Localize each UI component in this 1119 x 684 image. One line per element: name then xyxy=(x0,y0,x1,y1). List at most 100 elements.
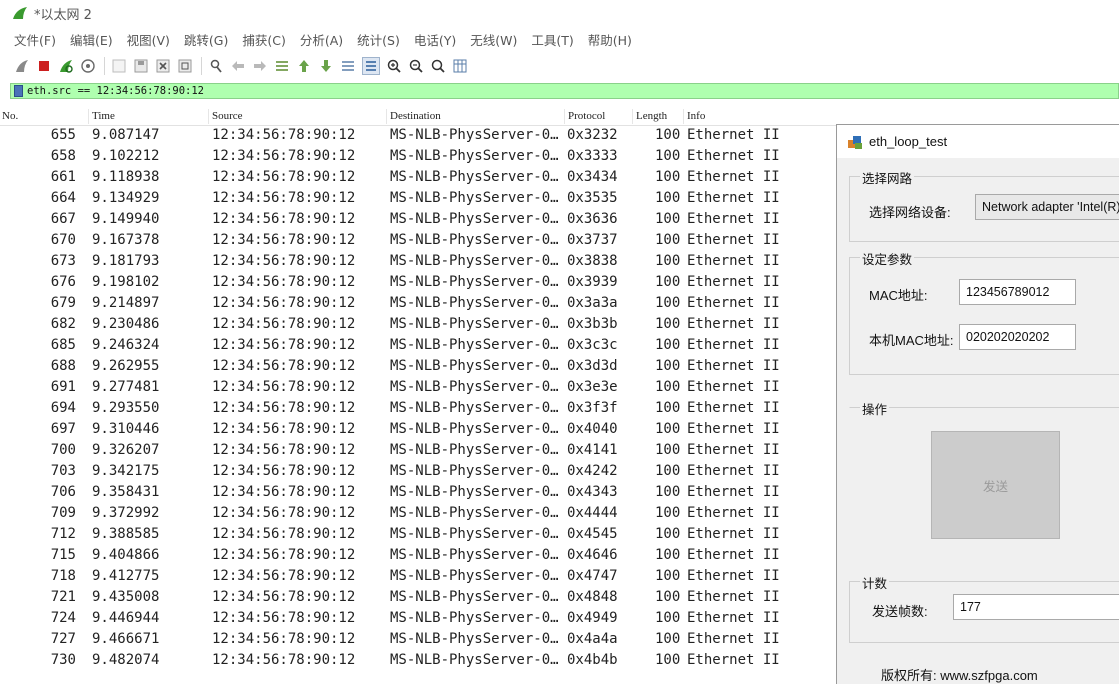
go-forward-icon[interactable] xyxy=(252,58,268,74)
packet-source: 12:34:56:78:90:12 xyxy=(212,631,356,647)
packet-row[interactable]: 694 9.293550 12:34:56:78:90:12 MS-NLB-PhysS… xyxy=(0,399,840,420)
menu-bar: 文件(F) 编辑(E) 视图(V) 跳转(G) 捕获(C) 分析(A) 统计(S… xyxy=(0,28,1119,50)
display-filter-input[interactable] xyxy=(27,85,627,97)
mac-address-input[interactable]: 123456789012 xyxy=(959,279,1076,305)
zoom-out-icon[interactable] xyxy=(408,58,424,74)
colorize-icon[interactable] xyxy=(362,57,380,75)
packet-destination: MS-NLB-PhysServer-0… xyxy=(390,547,559,563)
packet-no: 697 xyxy=(50,421,76,437)
menu-capture[interactable]: 捕获(C) xyxy=(242,30,285,49)
local-mac-label: 本机MAC地址: xyxy=(869,333,954,348)
go-back-icon[interactable] xyxy=(230,58,246,74)
col-header-destination[interactable]: Destination xyxy=(390,110,441,122)
auto-scroll-icon[interactable] xyxy=(340,58,356,74)
packet-length: 100 xyxy=(655,295,681,311)
packet-time: 9.198102 xyxy=(92,274,160,290)
menu-help[interactable]: 帮助(H) xyxy=(588,30,632,49)
col-header-info[interactable]: Info xyxy=(687,110,705,122)
menu-tools[interactable]: 工具(T) xyxy=(531,30,573,49)
packet-row[interactable]: 730 9.482074 12:34:56:78:90:12 MS-NLB-PhysS… xyxy=(0,651,840,672)
packet-no: 682 xyxy=(50,316,76,332)
stop-capture-icon[interactable] xyxy=(36,58,52,74)
packet-time: 9.181793 xyxy=(92,253,160,269)
resize-columns-icon[interactable] xyxy=(452,58,468,74)
packet-row[interactable]: 676 9.198102 12:34:56:78:90:12 MS-NLB-PhysS… xyxy=(0,273,840,294)
reload-file-icon[interactable] xyxy=(177,58,193,74)
packet-row[interactable]: 658 9.102212 12:34:56:78:90:12 MS-NLB-PhysS… xyxy=(0,147,840,168)
packet-row[interactable]: 670 9.167378 12:34:56:78:90:12 MS-NLB-PhysS… xyxy=(0,231,840,252)
menu-statistics[interactable]: 统计(S) xyxy=(357,30,400,49)
packet-source: 12:34:56:78:90:12 xyxy=(212,568,356,584)
menu-telephony[interactable]: 电话(Y) xyxy=(414,30,456,49)
col-header-time[interactable]: Time xyxy=(92,110,115,122)
packet-destination: MS-NLB-PhysServer-0… xyxy=(390,127,559,143)
zoom-normal-icon[interactable] xyxy=(430,58,446,74)
packet-time: 9.134929 xyxy=(92,190,160,206)
packet-row[interactable]: 727 9.466671 12:34:56:78:90:12 MS-NLB-PhysS… xyxy=(0,630,840,651)
packet-row[interactable]: 712 9.388585 12:34:56:78:90:12 MS-NLB-PhysS… xyxy=(0,525,840,546)
last-packet-icon[interactable] xyxy=(318,58,334,74)
packet-row[interactable]: 721 9.435008 12:34:56:78:90:12 MS-NLB-PhysS… xyxy=(0,588,840,609)
packet-row[interactable]: 688 9.262955 12:34:56:78:90:12 MS-NLB-PhysS… xyxy=(0,357,840,378)
packet-row[interactable]: 655 9.087147 12:34:56:78:90:12 MS-NLB-PhysS… xyxy=(0,126,840,147)
col-header-length[interactable]: Length xyxy=(636,110,667,122)
menu-wireless[interactable]: 无线(W) xyxy=(470,30,517,49)
packet-protocol: 0x3939 xyxy=(567,274,618,290)
packet-list[interactable]: 655 9.087147 12:34:56:78:90:12 MS-NLB-PhysS… xyxy=(0,126,840,684)
save-file-icon[interactable] xyxy=(133,58,149,74)
go-to-packet-icon[interactable] xyxy=(274,58,290,74)
packet-source: 12:34:56:78:90:12 xyxy=(212,442,356,458)
close-file-icon[interactable] xyxy=(155,58,171,74)
col-header-no[interactable]: No. xyxy=(2,110,18,122)
packet-row[interactable]: 661 9.118938 12:34:56:78:90:12 MS-NLB-PhysS… xyxy=(0,168,840,189)
shark-fin-start-icon[interactable] xyxy=(14,58,30,74)
menu-view[interactable]: 视图(V) xyxy=(127,30,170,49)
packet-row[interactable]: 664 9.134929 12:34:56:78:90:12 MS-NLB-PhysS… xyxy=(0,189,840,210)
packet-row[interactable]: 724 9.446944 12:34:56:78:90:12 MS-NLB-PhysS… xyxy=(0,609,840,630)
menu-edit[interactable]: 编辑(E) xyxy=(70,30,113,49)
column-divider xyxy=(632,109,633,124)
packet-source: 12:34:56:78:90:12 xyxy=(212,652,356,668)
send-button[interactable]: 发送 xyxy=(931,431,1060,539)
network-device-select[interactable]: Network adapter 'Intel(R) xyxy=(975,194,1119,220)
packet-time: 9.102212 xyxy=(92,148,160,164)
col-header-protocol[interactable]: Protocol xyxy=(568,110,605,122)
group-network: 选择网路 选择网络设备: Network adapter 'Intel(R) xyxy=(849,168,1119,242)
packet-row[interactable]: 679 9.214897 12:34:56:78:90:12 MS-NLB-PhysS… xyxy=(0,294,840,315)
packet-row[interactable]: 703 9.342175 12:34:56:78:90:12 MS-NLB-PhysS… xyxy=(0,462,840,483)
frames-sent-label: 发送帧数: xyxy=(872,604,928,619)
packet-length: 100 xyxy=(655,547,681,563)
packet-row[interactable]: 697 9.310446 12:34:56:78:90:12 MS-NLB-PhysS… xyxy=(0,420,840,441)
find-packet-icon[interactable] xyxy=(208,58,224,74)
restart-capture-icon[interactable] xyxy=(58,58,74,74)
packet-row[interactable]: 700 9.326207 12:34:56:78:90:12 MS-NLB-PhysS… xyxy=(0,441,840,462)
packet-row[interactable]: 667 9.149940 12:34:56:78:90:12 MS-NLB-PhysS… xyxy=(0,210,840,231)
packet-row[interactable]: 706 9.358431 12:34:56:78:90:12 MS-NLB-PhysS… xyxy=(0,483,840,504)
packet-row[interactable]: 673 9.181793 12:34:56:78:90:12 MS-NLB-PhysS… xyxy=(0,252,840,273)
menu-go[interactable]: 跳转(G) xyxy=(184,30,228,49)
group-params: 设定参数 MAC地址: 123456789012 本机MAC地址: 020202… xyxy=(849,249,1119,375)
filter-bookmark-icon[interactable] xyxy=(14,85,23,97)
open-file-icon[interactable] xyxy=(111,58,127,74)
packet-row[interactable]: 682 9.230486 12:34:56:78:90:12 MS-NLB-PhysS… xyxy=(0,315,840,336)
menu-file[interactable]: 文件(F) xyxy=(14,30,56,49)
packet-source: 12:34:56:78:90:12 xyxy=(212,610,356,626)
capture-options-icon[interactable] xyxy=(80,58,96,74)
packet-info: Ethernet II xyxy=(687,610,780,626)
zoom-in-icon[interactable] xyxy=(386,58,402,74)
packet-row[interactable]: 715 9.404866 12:34:56:78:90:12 MS-NLB-PhysS… xyxy=(0,546,840,567)
packet-row[interactable]: 709 9.372992 12:34:56:78:90:12 MS-NLB-PhysS… xyxy=(0,504,840,525)
packet-row[interactable]: 685 9.246324 12:34:56:78:90:12 MS-NLB-PhysS… xyxy=(0,336,840,357)
packet-row[interactable]: 691 9.277481 12:34:56:78:90:12 MS-NLB-PhysS… xyxy=(0,378,840,399)
local-mac-address-input[interactable]: 020202020202 xyxy=(959,324,1076,350)
packet-source: 12:34:56:78:90:12 xyxy=(212,190,356,206)
packet-length: 100 xyxy=(655,127,681,143)
col-header-source[interactable]: Source xyxy=(212,110,243,122)
first-packet-icon[interactable] xyxy=(296,58,312,74)
packet-protocol: 0x3333 xyxy=(567,148,618,164)
packet-row[interactable]: 718 9.412775 12:34:56:78:90:12 MS-NLB-PhysS… xyxy=(0,567,840,588)
packet-source: 12:34:56:78:90:12 xyxy=(212,253,356,269)
packet-info: Ethernet II xyxy=(687,526,780,542)
menu-analyze[interactable]: 分析(A) xyxy=(300,30,343,49)
packet-source: 12:34:56:78:90:12 xyxy=(212,232,356,248)
